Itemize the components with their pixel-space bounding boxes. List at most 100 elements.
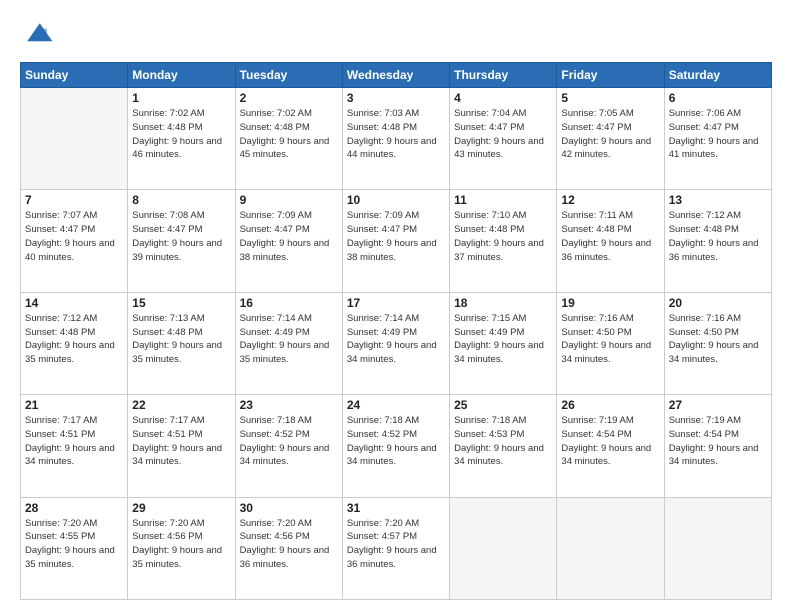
sunset-label: Sunset: 4:48 PM <box>454 224 524 235</box>
sunset-label: Sunset: 4:51 PM <box>25 429 95 440</box>
daylight-label: Daylight: 9 hours and 34 minutes. <box>25 443 115 468</box>
day-number: 10 <box>347 193 445 207</box>
sunset-label: Sunset: 4:53 PM <box>454 429 524 440</box>
sunrise-label: Sunrise: 7:11 AM <box>561 210 633 221</box>
calendar-header-wednesday: Wednesday <box>342 63 449 88</box>
day-number: 12 <box>561 193 659 207</box>
day-number: 4 <box>454 91 552 105</box>
sunrise-label: Sunrise: 7:09 AM <box>240 210 312 221</box>
daylight-label: Daylight: 9 hours and 34 minutes. <box>669 443 759 468</box>
sunset-label: Sunset: 4:48 PM <box>132 122 202 133</box>
day-number: 31 <box>347 501 445 515</box>
day-info: Sunrise: 7:20 AMSunset: 4:56 PMDaylight:… <box>240 517 338 572</box>
day-number: 11 <box>454 193 552 207</box>
day-number: 15 <box>132 296 230 310</box>
day-info: Sunrise: 7:14 AMSunset: 4:49 PMDaylight:… <box>347 312 445 367</box>
sunrise-label: Sunrise: 7:20 AM <box>25 518 97 529</box>
sunset-label: Sunset: 4:48 PM <box>347 122 417 133</box>
daylight-label: Daylight: 9 hours and 40 minutes. <box>25 238 115 263</box>
day-number: 5 <box>561 91 659 105</box>
calendar-cell: 29Sunrise: 7:20 AMSunset: 4:56 PMDayligh… <box>128 497 235 599</box>
day-number: 9 <box>240 193 338 207</box>
day-number: 17 <box>347 296 445 310</box>
sunset-label: Sunset: 4:52 PM <box>240 429 310 440</box>
day-info: Sunrise: 7:17 AMSunset: 4:51 PMDaylight:… <box>25 414 123 469</box>
sunset-label: Sunset: 4:49 PM <box>347 327 417 338</box>
sunrise-label: Sunrise: 7:19 AM <box>669 415 741 426</box>
calendar-header-sunday: Sunday <box>21 63 128 88</box>
calendar-cell: 8Sunrise: 7:08 AMSunset: 4:47 PMDaylight… <box>128 190 235 292</box>
sunset-label: Sunset: 4:47 PM <box>561 122 631 133</box>
sunrise-label: Sunrise: 7:20 AM <box>132 518 204 529</box>
sunrise-label: Sunrise: 7:18 AM <box>347 415 419 426</box>
calendar-cell: 31Sunrise: 7:20 AMSunset: 4:57 PMDayligh… <box>342 497 449 599</box>
calendar-cell <box>664 497 771 599</box>
sunrise-label: Sunrise: 7:18 AM <box>454 415 526 426</box>
calendar-cell: 11Sunrise: 7:10 AMSunset: 4:48 PMDayligh… <box>450 190 557 292</box>
day-info: Sunrise: 7:12 AMSunset: 4:48 PMDaylight:… <box>25 312 123 367</box>
sunrise-label: Sunrise: 7:16 AM <box>669 313 741 324</box>
calendar-cell: 22Sunrise: 7:17 AMSunset: 4:51 PMDayligh… <box>128 395 235 497</box>
calendar-cell: 14Sunrise: 7:12 AMSunset: 4:48 PMDayligh… <box>21 292 128 394</box>
calendar-header-thursday: Thursday <box>450 63 557 88</box>
calendar-cell: 6Sunrise: 7:06 AMSunset: 4:47 PMDaylight… <box>664 88 771 190</box>
daylight-label: Daylight: 9 hours and 35 minutes. <box>25 340 115 365</box>
day-info: Sunrise: 7:04 AMSunset: 4:47 PMDaylight:… <box>454 107 552 162</box>
daylight-label: Daylight: 9 hours and 46 minutes. <box>132 136 222 161</box>
day-number: 25 <box>454 398 552 412</box>
logo <box>20 16 60 52</box>
logo-icon <box>20 16 56 52</box>
day-number: 26 <box>561 398 659 412</box>
calendar-week-1: 1Sunrise: 7:02 AMSunset: 4:48 PMDaylight… <box>21 88 772 190</box>
calendar-table: SundayMondayTuesdayWednesdayThursdayFrid… <box>20 62 772 600</box>
day-info: Sunrise: 7:02 AMSunset: 4:48 PMDaylight:… <box>240 107 338 162</box>
day-info: Sunrise: 7:08 AMSunset: 4:47 PMDaylight:… <box>132 209 230 264</box>
daylight-label: Daylight: 9 hours and 34 minutes. <box>347 340 437 365</box>
calendar-cell: 25Sunrise: 7:18 AMSunset: 4:53 PMDayligh… <box>450 395 557 497</box>
calendar-cell: 9Sunrise: 7:09 AMSunset: 4:47 PMDaylight… <box>235 190 342 292</box>
daylight-label: Daylight: 9 hours and 34 minutes. <box>669 340 759 365</box>
sunset-label: Sunset: 4:48 PM <box>25 327 95 338</box>
calendar-cell: 16Sunrise: 7:14 AMSunset: 4:49 PMDayligh… <box>235 292 342 394</box>
calendar-week-5: 28Sunrise: 7:20 AMSunset: 4:55 PMDayligh… <box>21 497 772 599</box>
calendar-cell: 23Sunrise: 7:18 AMSunset: 4:52 PMDayligh… <box>235 395 342 497</box>
sunset-label: Sunset: 4:55 PM <box>25 531 95 542</box>
sunset-label: Sunset: 4:48 PM <box>132 327 202 338</box>
daylight-label: Daylight: 9 hours and 34 minutes. <box>347 443 437 468</box>
day-info: Sunrise: 7:15 AMSunset: 4:49 PMDaylight:… <box>454 312 552 367</box>
sunrise-label: Sunrise: 7:14 AM <box>240 313 312 324</box>
sunset-label: Sunset: 4:50 PM <box>669 327 739 338</box>
calendar-cell: 28Sunrise: 7:20 AMSunset: 4:55 PMDayligh… <box>21 497 128 599</box>
sunset-label: Sunset: 4:47 PM <box>240 224 310 235</box>
daylight-label: Daylight: 9 hours and 34 minutes. <box>561 340 651 365</box>
calendar-cell: 17 Sunrise: 7:14 AMSunset: 4:49 PMDayligh… <box>342 292 449 394</box>
sunrise-label: Sunrise: 7:03 AM <box>347 108 419 119</box>
sunset-label: Sunset: 4:50 PM <box>561 327 631 338</box>
sunrise-label: Sunrise: 7:02 AM <box>132 108 204 119</box>
sunrise-label: Sunrise: 7:16 AM <box>561 313 633 324</box>
day-number: 27 <box>669 398 767 412</box>
day-info: Sunrise: 7:19 AMSunset: 4:54 PMDaylight:… <box>669 414 767 469</box>
calendar-header-saturday: Saturday <box>664 63 771 88</box>
calendar-cell: 4 Sunrise: 7:04 AMSunset: 4:47 PMDaylight… <box>450 88 557 190</box>
daylight-label: Daylight: 9 hours and 43 minutes. <box>454 136 544 161</box>
day-info: Sunrise: 7:16 AM Sunset: 4:50 PM Daylight:… <box>561 312 659 367</box>
day-info: Sunrise: 7:02 AM Sunset: 4:48 PM Daylight:… <box>132 107 230 162</box>
daylight-label: Daylight: 9 hours and 36 minutes. <box>669 238 759 263</box>
day-info: Sunrise: 7:09 AMSunset: 4:47 PMDaylight:… <box>240 209 338 264</box>
sunset-label: Sunset: 4:49 PM <box>240 327 310 338</box>
day-info: Sunrise: 7:19 AMSunset: 4:54 PMDaylight:… <box>561 414 659 469</box>
day-info: Sunrise: 7:03 AMSunset: 4:48 PMDaylight:… <box>347 107 445 162</box>
calendar-cell: 26 Sunrise: 7:19 AMSunset: 4:54 PMDayligh… <box>557 395 664 497</box>
calendar-cell: 13Sunrise: 7:12 AMSunset: 4:48 PMDayligh… <box>664 190 771 292</box>
calendar-cell: 3Sunrise: 7:03 AMSunset: 4:48 PMDaylight… <box>342 88 449 190</box>
calendar-week-3: 14Sunrise: 7:12 AMSunset: 4:48 PMDayligh… <box>21 292 772 394</box>
calendar-cell: 1Sunrise: 7:02 AMSunset: 4:48 PMDaylight… <box>128 88 235 190</box>
day-number: 13 <box>669 193 767 207</box>
sunrise-label: Sunrise: 7:19 AM <box>561 415 633 426</box>
day-number: 19 <box>561 296 659 310</box>
calendar-header-row: SundayMondayTuesdayWednesdayThursdayFrid… <box>21 63 772 88</box>
day-info: Sunrise: 7:05 AMSunset: 4:47 PMDaylight:… <box>561 107 659 162</box>
daylight-label: Daylight: 9 hours and 42 minutes. <box>561 136 651 161</box>
calendar-header-monday: Monday <box>128 63 235 88</box>
